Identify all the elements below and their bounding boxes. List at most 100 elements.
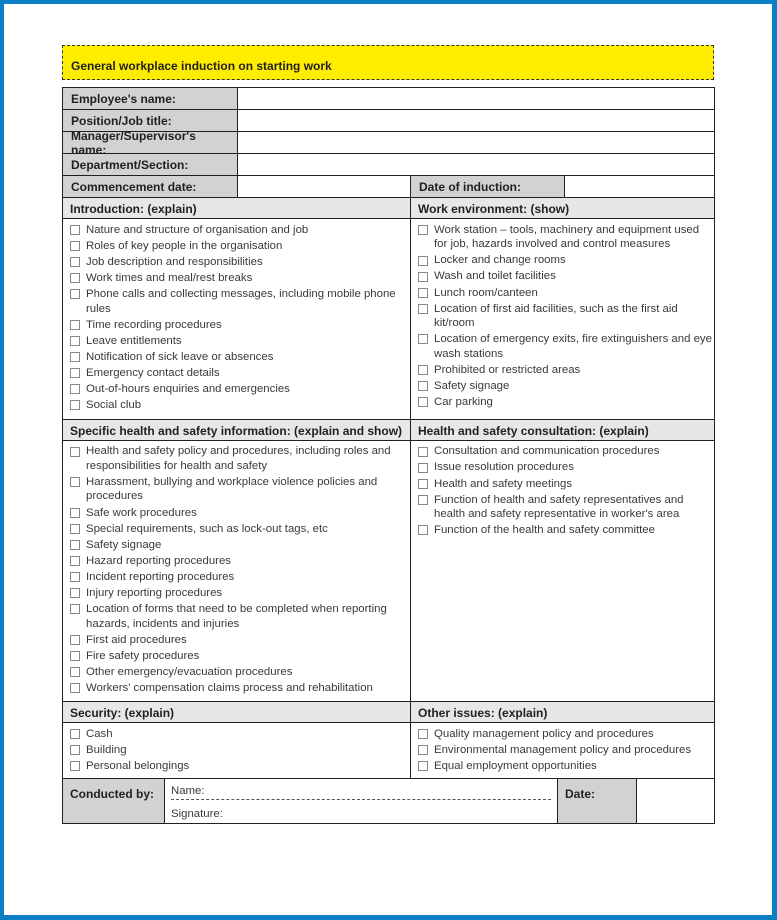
checklist-item: Special requirements, such as lock-out t… [70,521,410,537]
checkbox[interactable] [70,384,80,395]
checklist-item: Time recording procedures [70,317,410,333]
checkbox[interactable] [70,572,80,583]
checkbox[interactable] [418,225,428,235]
checkbox[interactable] [418,255,428,266]
other-issues-checklist: Quality management policy and procedures… [411,723,714,774]
checkbox[interactable] [418,397,428,408]
checklist-item-label: Issue resolution procedures [434,461,574,474]
checkbox[interactable] [70,273,80,284]
checklist-item-label: Location of emergency exits, fire exting… [434,333,712,360]
checkbox[interactable] [70,650,80,661]
conductor-name-field[interactable]: Name: [171,783,551,800]
conductor-signature-field[interactable]: Signature: [171,800,551,820]
checklist-item-label: Nature and structure of organisation and… [86,223,309,236]
checkbox[interactable] [70,225,80,235]
checklist-item: Phone calls and collecting messages, inc… [70,286,410,317]
checkbox[interactable] [418,271,428,282]
commencement-label: Commencement date: [63,176,238,197]
checklist-item-label: Consultation and communication procedure… [434,445,660,458]
checklist-item: Locker and change rooms [418,253,714,269]
checklist-item-label: Notification of sick leave or absences [86,350,274,363]
checklist-item-label: Out-of-hours enquiries and emergencies [86,383,290,396]
checklist-item: Other emergency/evacuation procedures [70,664,410,680]
checkbox[interactable] [418,365,428,376]
checklist-item-label: Car parking [434,396,493,409]
work-environment-section: Work environment: (show) Work station – … [411,198,714,419]
checkbox[interactable] [418,525,428,536]
checkbox[interactable] [70,745,80,756]
security-heading: Security: (explain) [63,702,410,724]
checkbox[interactable] [70,257,80,268]
checkbox[interactable] [70,556,80,566]
conducted-by-row: Conducted by: Name: Signature: Date: [63,778,714,823]
section-row-2: Specific health and safety information: … [63,419,714,703]
hs-consultation-section: Health and safety consultation: (explain… [411,419,714,702]
checkbox[interactable] [418,287,428,298]
checkbox[interactable] [70,604,80,615]
conducted-date-field[interactable] [637,779,714,823]
checklist-item-label: Personal belongings [86,760,190,773]
checklist-item: Safe work procedures [70,505,410,521]
form-title: General workplace induction on starting … [62,45,714,80]
checklist-item: Emergency contact details [70,365,410,381]
checkbox[interactable] [418,334,428,345]
checklist-item-label: Fire safety procedures [86,649,200,662]
checkbox[interactable] [70,683,80,694]
checkbox[interactable] [418,446,428,457]
checkbox[interactable] [418,478,428,489]
checkbox[interactable] [70,507,80,518]
manager-field[interactable] [238,132,714,153]
checkbox[interactable] [70,667,80,678]
checklist-item: Leave entitlements [70,333,410,349]
checklist-item-label: Work station – tools, machinery and equi… [434,223,700,251]
checklist-item: Issue resolution procedures [418,460,714,476]
employee-name-row: Employee's name: [63,88,714,110]
checklist-item-label: Location of forms that need to be comple… [86,603,387,630]
checklist-item: Prohibited or restricted areas [418,362,714,378]
security-checklist: Cash Building Personal belongings [63,723,410,777]
checklist-item: Fire safety procedures [70,648,410,664]
checklist-item: Workers' compensation claims process and… [70,680,410,696]
checklist-item: Safety signage [418,378,714,394]
position-field[interactable] [238,110,714,131]
checkbox[interactable] [418,745,428,756]
department-field[interactable] [238,154,714,175]
checkbox[interactable] [70,477,80,488]
checkbox[interactable] [70,539,80,550]
checkbox[interactable] [70,336,80,347]
checkbox[interactable] [418,303,428,314]
checklist-item: Health and safety meetings [418,476,714,492]
security-section: Security: (explain) Cash Building Personal… [63,702,411,778]
checklist-item-label: Safety signage [86,538,162,551]
checkbox[interactable] [70,588,80,599]
checkbox[interactable] [418,494,428,505]
employee-name-field[interactable] [238,88,714,109]
checkbox[interactable] [70,523,80,534]
checkbox[interactable] [70,446,80,457]
checklist-item: Location of first aid facilities, such a… [418,301,714,332]
checklist-item: Work station – tools, machinery and equi… [418,222,714,253]
commencement-field[interactable] [238,176,411,197]
checkbox[interactable] [70,289,80,300]
checkbox[interactable] [70,241,80,252]
checkbox[interactable] [418,462,428,473]
checkbox[interactable] [70,634,80,645]
checklist-item: Harassment, bullying and workplace viole… [70,474,410,505]
checkbox[interactable] [418,761,428,772]
checkbox[interactable] [70,352,80,363]
checkbox[interactable] [70,319,80,330]
checkbox[interactable] [70,368,80,379]
checkbox[interactable] [418,729,428,740]
checklist-item-label: Time recording procedures [86,318,222,331]
checkbox[interactable] [70,400,80,411]
checkbox[interactable] [70,761,80,772]
checklist-item-label: Phone calls and collecting messages, inc… [86,288,396,315]
checklist-item: Safety signage [70,537,410,553]
checklist-item-label: Roles of key people in the organisation [86,239,283,252]
specific-hs-checklist: Health and safety policy and procedures,… [63,441,410,702]
checkbox[interactable] [418,381,428,392]
checklist-item-label: Special requirements, such as lock-out t… [86,522,328,535]
checklist-item-label: Injury reporting procedures [86,586,223,599]
induction-date-field[interactable] [565,176,714,197]
checkbox[interactable] [70,729,80,740]
